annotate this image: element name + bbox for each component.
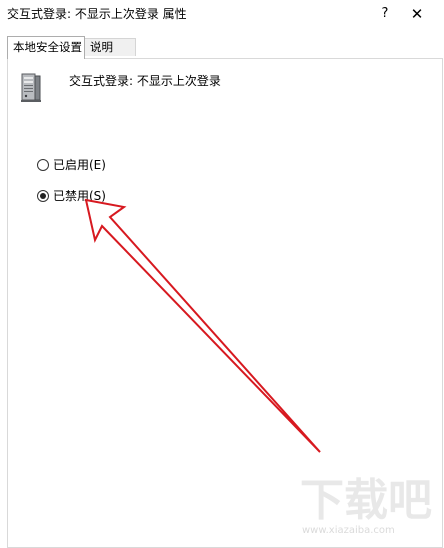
annotation-arrow-shape [84,198,321,453]
tab-local-security-setting[interactable]: 本地安全设置 [7,36,85,59]
watermark-url: www.xiazaiba.com [302,525,395,536]
annotation-arrow [84,198,321,453]
watermark-logo: 下载吧 [300,475,432,526]
